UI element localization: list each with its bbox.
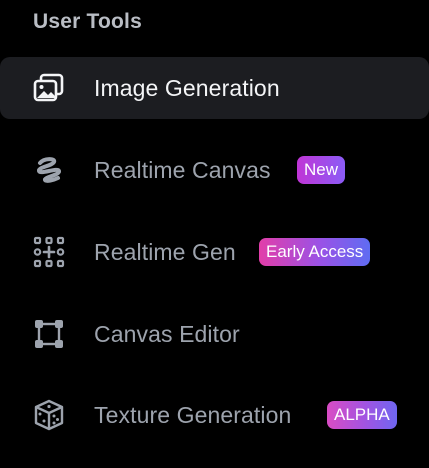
image-stack-icon — [32, 71, 66, 105]
new-badge: New — [297, 156, 346, 184]
nav-item-image-generation[interactable]: Image Generation — [0, 57, 429, 119]
nav-item-label: Canvas Editor — [94, 320, 240, 347]
alpha-badge: ALPHA — [327, 401, 397, 429]
nav-item-label: Realtime Canvas — [94, 156, 271, 183]
nav-item-label: Image Generation — [94, 74, 280, 101]
vector-square-icon — [32, 317, 66, 351]
user-tools-panel: User Tools Image Generation Realtime Can… — [0, 0, 429, 468]
nav-item-label: Texture Generation — [94, 401, 292, 428]
nav-item-canvas-editor[interactable]: Canvas Editor — [0, 303, 429, 365]
scribble-icon — [32, 153, 66, 187]
dot-grid-plus-icon — [32, 235, 66, 269]
section-title: User Tools — [33, 10, 142, 33]
nav-item-realtime-canvas[interactable]: Realtime Canvas New — [0, 139, 429, 201]
nav-item-label: Realtime Gen — [94, 238, 236, 265]
nav-item-texture-generation[interactable]: Texture Generation ALPHA — [0, 384, 429, 446]
early-access-badge: Early Access — [259, 238, 371, 266]
textured-cube-icon — [32, 398, 66, 432]
nav-item-realtime-gen[interactable]: Realtime Gen Early Access — [0, 221, 429, 283]
